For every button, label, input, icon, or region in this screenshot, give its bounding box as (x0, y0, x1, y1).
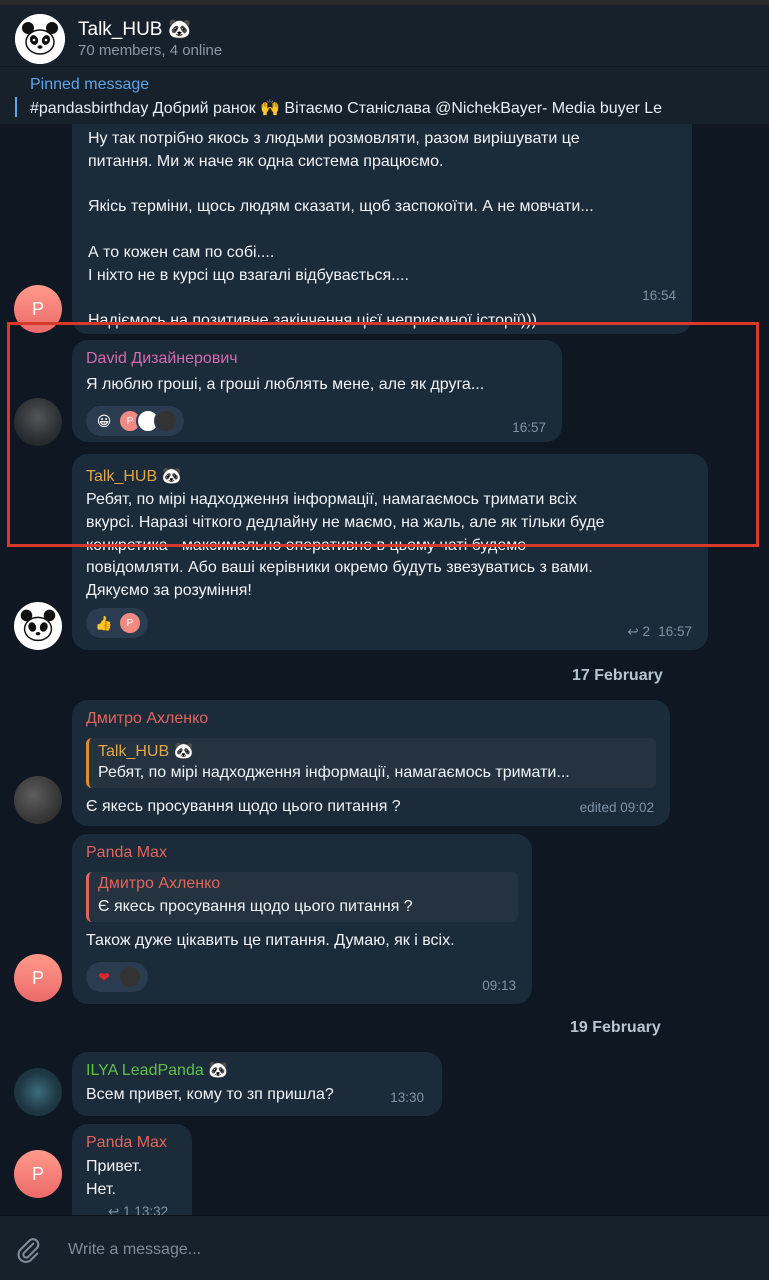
avatar[interactable] (14, 398, 62, 446)
message-text: Ребят, по мірі надходження інформації, н… (86, 491, 605, 600)
message-list[interactable]: Ну так потрібно якось з людьми розмовлят… (0, 124, 769, 1215)
chat-header[interactable]: Talk_HUB 🐼 70 members, 4 online (0, 0, 769, 66)
heart-reaction-icon: ❤ (98, 968, 110, 985)
quote-sender-name: Talk_HUB 🐼 (98, 743, 194, 760)
message-bubble[interactable]: Talk_HUB 🐼 Ребят, по мірі надходження ін… (72, 454, 708, 650)
date-separator: 19 February (570, 1019, 661, 1036)
message-composer[interactable] (0, 1215, 769, 1280)
pinned-indicator (15, 97, 17, 117)
message-bubble[interactable]: Ну так потрібно якось з людьми розмовлят… (72, 124, 692, 334)
message-bubble[interactable]: ILYA LeadPanda 🐼 Всем привет, кому то зп… (72, 1052, 442, 1116)
sender-name[interactable]: Talk_HUB 🐼 (86, 466, 182, 486)
panda-icon (20, 609, 56, 642)
message-time: 09:13 (482, 978, 516, 993)
quote-sender-name: Дмитро Ахленко (98, 875, 221, 892)
reply-count-value: 1 (123, 1204, 131, 1215)
message-text: Є якесь просування щодо цього питання ? (86, 798, 401, 815)
pinned-message-bar[interactable]: Pinned message #pandasbirthday Добрий ра… (0, 66, 769, 124)
avatar[interactable]: P (14, 1150, 62, 1198)
message-time: edited 09:02 (579, 800, 654, 815)
sender-name[interactable]: Panda Max (86, 1134, 167, 1152)
quote-text: Є якесь просування щодо цього питання ? (98, 898, 413, 915)
message-text: Всем привет, кому то зп пришла? (86, 1086, 334, 1103)
message-text: Ну так потрібно якось з людьми розмовлят… (88, 130, 594, 330)
reply-arrow-icon: ↩ (627, 624, 639, 639)
panda-icon (15, 14, 65, 64)
chat-title[interactable]: Talk_HUB 🐼 (78, 17, 191, 41)
avatar[interactable] (14, 602, 62, 650)
avatar-letter: P (31, 1163, 44, 1184)
sender-name[interactable]: Panda Max (86, 844, 167, 862)
date-separator: 17 February (572, 667, 663, 684)
reactor-avatar: P (118, 611, 142, 635)
group-avatar[interactable] (15, 14, 65, 64)
message-text: Я люблю гроші, а гроші люблять мене, але… (86, 376, 485, 393)
reply-count[interactable]: ↩ 1 13:32 (108, 1204, 168, 1215)
message-text: Привет. Нет. (86, 1158, 143, 1198)
sender-name[interactable]: Дмитро Ахленко (86, 710, 208, 728)
avatar[interactable] (14, 776, 62, 824)
sender-name[interactable]: David Дизайнерович (86, 350, 238, 368)
message-bubble[interactable]: Panda Max Привет. Нет. ↩ 1 13:32 (72, 1124, 192, 1215)
thumbs-up-reaction-icon: 👍 (95, 614, 113, 631)
message-input[interactable] (68, 1238, 708, 1262)
message-bubble[interactable]: David Дизайнерович Я люблю гроші, а грош… (72, 340, 562, 442)
reply-quote[interactable]: Дмитро Ахленко Є якесь просування щодо ц… (86, 872, 518, 922)
pinned-text: #pandasbirthday Добрий ранок 🙌 Вітаємо С… (30, 100, 663, 117)
reply-count[interactable]: ↩ 2 (627, 624, 650, 640)
message-text: Також дуже цікавить це питання. Думаю, я… (86, 932, 455, 949)
message-time: 16:54 (642, 288, 676, 303)
quote-text: Ребят, по мірі надходження інформації, н… (98, 764, 570, 781)
reaction-group[interactable]: 😀 P (86, 406, 184, 436)
reaction-group[interactable]: 👍 P (86, 608, 148, 638)
members-count: 70 members, 4 online (78, 42, 223, 59)
sender-name[interactable]: ILYA LeadPanda 🐼 (86, 1060, 228, 1080)
avatar[interactable] (14, 1068, 62, 1116)
reactor-avatar (118, 965, 142, 989)
message-time: 16:57 (512, 420, 546, 435)
message-bubble[interactable]: Дмитро Ахленко Talk_HUB 🐼 Ребят, по мірі… (72, 700, 670, 826)
reply-count-value: 2 (642, 624, 650, 639)
reactor-avatar (154, 409, 178, 433)
smile-reaction-icon: 😀 (96, 412, 112, 429)
message-time: 13:32 (134, 1204, 169, 1215)
avatar[interactable]: P (14, 285, 62, 333)
reply-quote[interactable]: Talk_HUB 🐼 Ребят, по мірі надходження ін… (86, 738, 656, 788)
message-time: 16:57 (658, 624, 692, 639)
avatar[interactable]: P (14, 954, 62, 1002)
message-time: 13:30 (390, 1090, 424, 1105)
avatar-letter: P (31, 298, 44, 319)
pinned-label: Pinned message (30, 76, 150, 93)
reaction-group[interactable]: ❤ (86, 962, 148, 992)
message-bubble[interactable]: Panda Max Дмитро Ахленко Є якесь просува… (72, 834, 532, 1004)
avatar-letter: P (31, 967, 44, 988)
reply-arrow-icon: ↩ (108, 1204, 120, 1215)
attach-icon[interactable] (14, 1236, 42, 1264)
